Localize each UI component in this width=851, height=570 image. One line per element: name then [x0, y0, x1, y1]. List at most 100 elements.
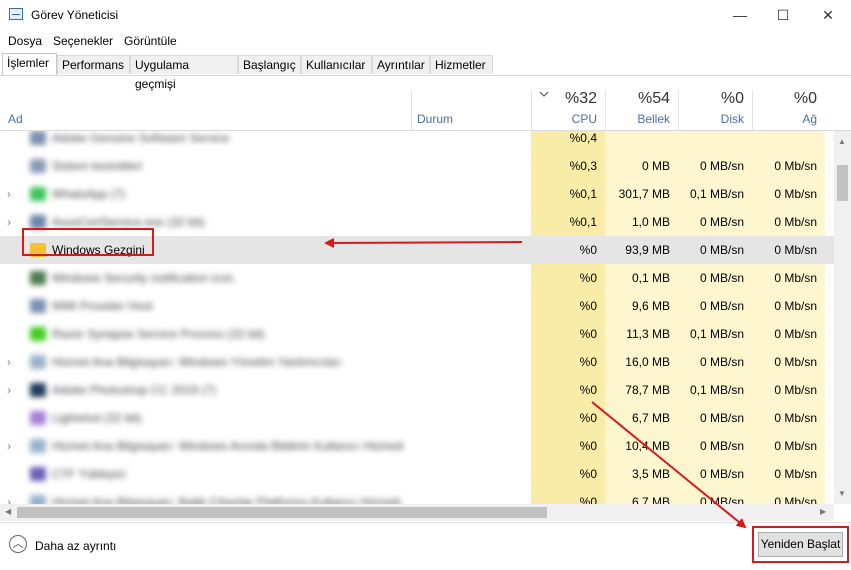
scroll-up-icon[interactable]: ▲	[838, 137, 846, 146]
column-divider	[678, 90, 679, 130]
process-row[interactable]: › WhatsApp (7) %0,1 301,7 MB 0,1 MB/sn 0 Mb/s…	[0, 180, 834, 208]
process-row[interactable]: WMI Provider Host %0 9,6 MB 0 MB/sn 0 Mb/sn	[0, 292, 834, 320]
disk-value: 0 MB/sn	[699, 411, 744, 425]
tab-uygulama-gecmisi[interactable]: Uygulama geçmişi	[130, 55, 238, 91]
expand-chevron-icon[interactable]: ›	[7, 383, 11, 397]
process-name: Adobe Genuine Software Service	[52, 131, 230, 145]
memory-total: %54	[637, 90, 670, 107]
process-icon	[30, 355, 46, 369]
sort-chevron-icon	[539, 91, 549, 97]
footer: ︿ Daha az ayrıntı	[0, 522, 851, 570]
process-row[interactable]: › Hizmet Ana Bilgisayarı: Windows Anında …	[0, 432, 834, 460]
memory-value: 78,7 MB	[625, 383, 670, 397]
column-name[interactable]: Ad	[0, 86, 411, 130]
disk-value: 0 MB/sn	[699, 467, 744, 481]
collapse-chevron-icon[interactable]: ︿	[9, 535, 27, 553]
column-status[interactable]: Durum	[411, 86, 531, 130]
network-value: 0 Mb/sn	[774, 467, 817, 481]
network-value	[752, 131, 825, 152]
menu-dosya[interactable]: Dosya	[8, 34, 42, 48]
disk-value: 0 MB/sn	[699, 299, 744, 313]
cpu-value: %0,4	[569, 131, 597, 145]
expand-chevron-icon[interactable]: ›	[7, 355, 11, 369]
cpu-value: %0,3	[569, 159, 597, 173]
memory-value: 10,4 MB	[625, 439, 670, 453]
process-row[interactable]: Lightshot (32 bit) %0 6,7 MB 0 MB/sn 0 Mb/sn	[0, 404, 834, 432]
disk-label: Disk	[720, 112, 744, 126]
tab-strip: İşlemler Performans Uygulama geçmişi Baş…	[0, 53, 851, 91]
network-value: 0 Mb/sn	[774, 243, 817, 257]
memory-value: 0,1 MB	[631, 271, 670, 285]
network-value: 0 Mb/sn	[774, 411, 817, 425]
tab-ayrintilar[interactable]: Ayrıntılar	[372, 55, 430, 74]
column-divider	[531, 90, 532, 130]
fewer-details-link[interactable]: Daha az ayrıntı	[35, 539, 116, 553]
process-row[interactable]: Adobe Genuine Software Service %0,4	[0, 131, 834, 152]
process-icon	[30, 495, 46, 504]
expand-chevron-icon[interactable]: ›	[7, 187, 11, 201]
process-name: Hizmet Ana Bilgisayarı: Windows Yönetim …	[52, 355, 342, 369]
expand-chevron-icon[interactable]: ›	[7, 495, 11, 504]
network-value: 0 Mb/sn	[774, 215, 817, 229]
tab-baslangic[interactable]: Başlangıç	[238, 55, 301, 74]
memory-value: 1,0 MB	[631, 215, 670, 229]
column-network[interactable]: %0 Ağ	[752, 86, 825, 130]
close-button[interactable]: ✕	[805, 0, 851, 30]
network-total: %0	[793, 90, 817, 107]
process-row[interactable]: CTF Yükleyici %0 3,5 MB 0 MB/sn 0 Mb/sn	[0, 460, 834, 488]
minimize-button[interactable]: —	[717, 0, 763, 30]
process-row[interactable]: Windows Security notification icon %0 0,1 …	[0, 264, 834, 292]
column-disk[interactable]: %0 Disk	[678, 86, 752, 130]
column-divider	[605, 90, 606, 130]
cpu-value: %0	[579, 439, 597, 453]
cpu-value: %0	[579, 299, 597, 313]
disk-value: 0,1 MB/sn	[689, 327, 744, 341]
column-header: Ad Durum %32 CPU %54 Bellek %0 Disk %0 A…	[0, 86, 851, 131]
tab-hizmetler[interactable]: Hizmetler	[430, 55, 493, 74]
memory-value: 16,0 MB	[625, 355, 670, 369]
process-name: Razer Synapse Service Process (32 bit)	[52, 327, 265, 341]
menu-goruntule[interactable]: Görüntüle	[124, 34, 177, 48]
cpu-value: %0,1	[569, 187, 597, 201]
network-value: 0 Mb/sn	[774, 355, 817, 369]
cpu-value: %0	[579, 271, 597, 285]
vertical-scroll-thumb[interactable]	[837, 165, 848, 201]
process-name: Hizmet Ana Bilgisayarı: Bağlı Cihazlar P…	[52, 495, 401, 504]
tab-islemler[interactable]: İşlemler	[2, 53, 57, 75]
network-value: 0 Mb/sn	[774, 159, 817, 173]
disk-value: 0,1 MB/sn	[689, 383, 744, 397]
process-row[interactable]: › Hizmet Ana Bilgisayarı: Windows Yönetim…	[0, 348, 834, 376]
process-row[interactable]: Sistem kesintileri %0,3 0 MB 0 MB/sn 0 Mb/sn	[0, 152, 834, 180]
network-value: 0 Mb/sn	[774, 187, 817, 201]
task-manager-icon	[9, 8, 23, 20]
network-value: 0 Mb/sn	[774, 439, 817, 453]
cpu-value: %0	[579, 355, 597, 369]
tab-kullanicilar[interactable]: Kullanıcılar	[301, 55, 372, 74]
memory-value: 6,7 MB	[631, 495, 670, 504]
column-memory[interactable]: %54 Bellek	[605, 86, 678, 130]
vertical-scrollbar[interactable]: ▲ ▼	[834, 131, 851, 504]
scroll-left-icon[interactable]: ◀	[5, 507, 11, 516]
process-row[interactable]: › Hizmet Ana Bilgisayarı: Bağlı Cihazlar …	[0, 488, 834, 504]
network-value: 0 Mb/sn	[774, 327, 817, 341]
window-title: Görev Yöneticisi	[31, 8, 119, 22]
scroll-down-icon[interactable]: ▼	[838, 489, 846, 498]
process-icon	[30, 467, 46, 481]
process-name: Windows Security notification icon	[52, 271, 234, 285]
process-icon	[30, 439, 46, 453]
memory-value: 301,7 MB	[618, 187, 670, 201]
process-row[interactable]: › Adobe Photoshop CC 2019 (7) %0 78,7 MB 0,1…	[0, 376, 834, 404]
process-row[interactable]: Razer Synapse Service Process (32 bit) %0…	[0, 320, 834, 348]
horizontal-scrollbar[interactable]: ◀ ▶	[0, 504, 834, 521]
disk-value: 0 MB/sn	[699, 271, 744, 285]
tab-performans[interactable]: Performans	[57, 55, 130, 74]
menu-secenekler[interactable]: Seçenekler	[53, 34, 113, 48]
expand-chevron-icon[interactable]: ›	[7, 215, 11, 229]
memory-value: 9,6 MB	[631, 299, 670, 313]
disk-value	[678, 131, 752, 152]
scroll-right-icon[interactable]: ▶	[820, 507, 826, 516]
cpu-label: CPU	[571, 112, 597, 126]
maximize-button[interactable]: ☐	[760, 0, 806, 30]
expand-chevron-icon[interactable]: ›	[7, 439, 11, 453]
horizontal-scroll-thumb[interactable]	[17, 507, 547, 518]
